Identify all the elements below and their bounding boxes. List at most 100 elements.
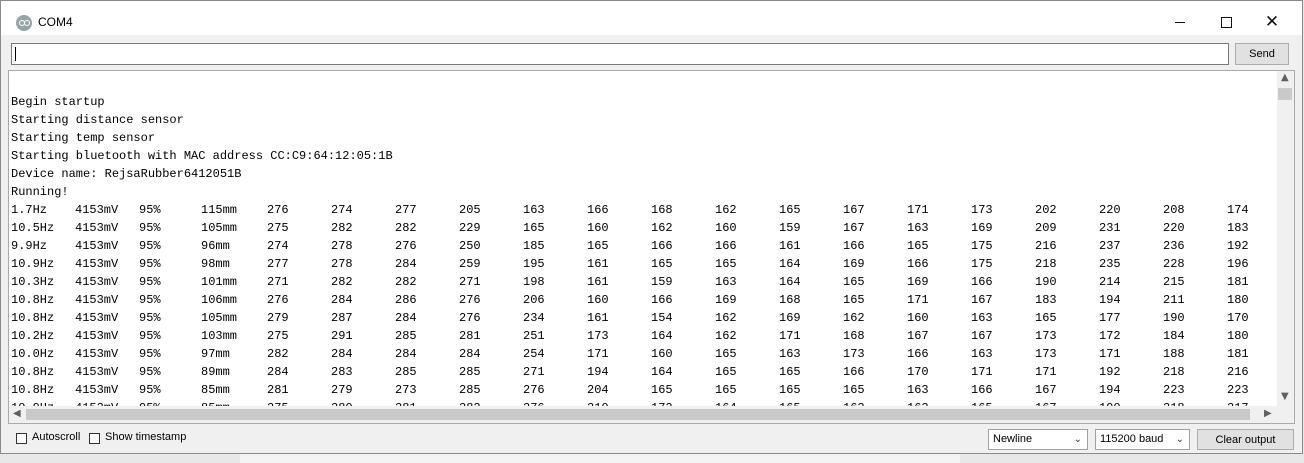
data-cell: 154 (651, 311, 673, 325)
data-cell: 165 (779, 383, 801, 397)
data-cell: 282 (395, 221, 417, 235)
data-cell: 166 (715, 239, 737, 253)
data-cell: 167 (907, 329, 929, 343)
data-cell: 162 (715, 311, 737, 325)
data-cell: 183 (1227, 221, 1249, 235)
data-cell: 166 (651, 293, 673, 307)
data-cell: 285 (395, 365, 417, 379)
data-cell: 165 (779, 203, 801, 217)
data-cell: 196 (1227, 257, 1249, 271)
data-cell: 10.8Hz (11, 365, 55, 379)
data-cell: 4153mV (75, 329, 119, 343)
close-button[interactable]: ✕ (1249, 7, 1295, 37)
timestamp-label: Show timestamp (105, 431, 187, 443)
serial-output[interactable]: Begin startup Starting distance sensor S… (8, 70, 1295, 424)
data-cell: 160 (715, 221, 737, 235)
maximize-button[interactable] (1203, 7, 1249, 37)
data-cell: 215 (1163, 275, 1185, 289)
data-cell: 10.8Hz (11, 383, 55, 397)
line-ending-value: Newline (993, 433, 1033, 445)
data-cell: 271 (267, 275, 289, 289)
horizontal-scrollbar[interactable]: ◀ ▶ (9, 406, 1279, 423)
text-caret (15, 47, 16, 61)
data-row: 10.3Hz 4153mV 95% 101mm 271 282 282 271 198 161 15… (11, 273, 1279, 291)
data-cell: 1.7Hz (11, 203, 48, 217)
scroll-left-icon[interactable]: ◀ (13, 408, 21, 419)
data-cell: 206 (523, 293, 545, 307)
data-cell: 166 (843, 365, 865, 379)
data-cell: 173 (843, 347, 865, 361)
horizontal-scroll-thumb[interactable] (26, 409, 1250, 420)
data-cell: 286 (395, 293, 417, 307)
data-cell: 159 (779, 221, 801, 235)
data-cell: 180 (1227, 293, 1249, 307)
data-cell: 98mm (201, 257, 230, 271)
data-cell: 161 (587, 257, 609, 271)
data-cell: 284 (459, 347, 481, 361)
data-cell: 10.0Hz (11, 347, 55, 361)
data-cell: 216 (1035, 239, 1057, 253)
data-cell: 278 (331, 239, 353, 253)
line-ending-select[interactable]: Newline ⌄ (988, 429, 1088, 450)
data-cell: 165 (715, 383, 737, 397)
timestamp-checkbox[interactable] (89, 433, 100, 444)
data-cell: 169 (907, 275, 929, 289)
data-cell: 172 (1099, 329, 1121, 343)
data-cell: 285 (459, 365, 481, 379)
serial-monitor-window: COM4 ✕ Send Begin startup Starting dista… (0, 0, 1303, 454)
data-cell: 160 (651, 347, 673, 361)
data-cell: 10.5Hz (11, 221, 55, 235)
data-cell: 287 (331, 311, 353, 325)
minimize-button[interactable] (1157, 7, 1203, 37)
clear-output-button[interactable]: Clear output (1197, 429, 1294, 450)
vertical-scroll-thumb[interactable] (1278, 88, 1292, 100)
data-cell: 209 (1035, 221, 1057, 235)
data-cell: 234 (523, 311, 545, 325)
data-cell: 169 (971, 221, 993, 235)
data-cell: 4153mV (75, 239, 119, 253)
scroll-right-icon[interactable]: ▶ (1264, 408, 1272, 419)
data-cell: 173 (971, 203, 993, 217)
data-cell: 9.9Hz (11, 239, 48, 253)
data-row: 10.0Hz 4153mV 95% 97mm 282 284 284 284 254 171 160… (11, 345, 1279, 363)
window-title: COM4 (38, 15, 73, 29)
data-cell: 106mm (201, 293, 238, 307)
send-button[interactable]: Send (1235, 43, 1289, 65)
data-cell: 171 (907, 203, 929, 217)
data-cell: 167 (843, 221, 865, 235)
data-cell: 171 (1099, 347, 1121, 361)
data-cell: 259 (459, 257, 481, 271)
close-icon: ✕ (1264, 11, 1280, 32)
scroll-down-icon[interactable]: ▼ (1281, 391, 1289, 402)
data-row: 1.7Hz 4153mV 95% 115mm 276 274 277 205 163 166 168… (11, 201, 1279, 219)
data-cell: 164 (779, 275, 801, 289)
data-cell: 165 (779, 365, 801, 379)
data-cell: 165 (843, 293, 865, 307)
data-cell: 167 (971, 293, 993, 307)
data-cell: 283 (331, 365, 353, 379)
output-line: Starting temp sensor (11, 131, 156, 145)
serial-input[interactable] (11, 43, 1229, 65)
data-cell: 171 (1035, 365, 1057, 379)
data-cell: 161 (587, 275, 609, 289)
data-cell: 165 (843, 275, 865, 289)
scroll-up-icon[interactable]: ▲ (1281, 72, 1289, 83)
data-cell: 167 (971, 329, 993, 343)
data-cell: 285 (459, 383, 481, 397)
data-cell: 165 (907, 239, 929, 253)
data-cell: 166 (651, 239, 673, 253)
vertical-scrollbar[interactable]: ▲ ▼ (1277, 71, 1294, 407)
data-cell: 254 (523, 347, 545, 361)
data-cell: 173 (1035, 329, 1057, 343)
data-row: 10.8Hz 4153mV 95% 105mm 279 287 284 276 234 161 15… (11, 309, 1279, 327)
data-cell: 166 (907, 347, 929, 361)
data-cell: 165 (715, 347, 737, 361)
data-cell: 192 (1227, 239, 1249, 253)
data-cell: 216 (1227, 365, 1249, 379)
baud-rate-select[interactable]: 115200 baud ⌄ (1095, 429, 1190, 450)
data-cell: 170 (1227, 311, 1249, 325)
data-cell: 89mm (201, 365, 230, 379)
maximize-icon (1220, 16, 1232, 28)
data-cell: 166 (587, 203, 609, 217)
autoscroll-checkbox[interactable] (16, 433, 27, 444)
